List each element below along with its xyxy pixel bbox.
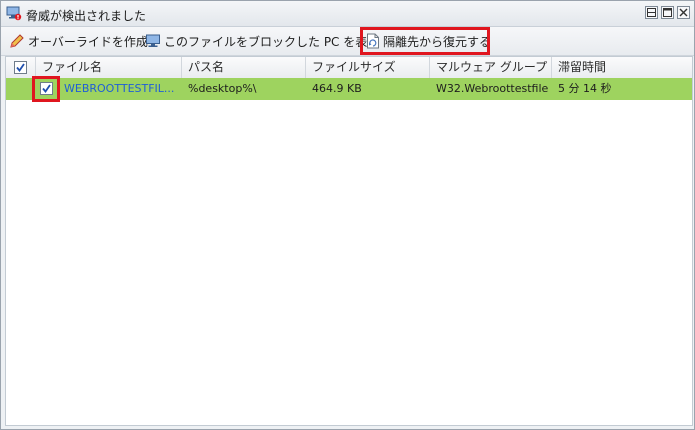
restore-button[interactable]: [645, 6, 658, 19]
cell-path: %desktop%\: [188, 82, 257, 95]
row-checkbox-highlight: [32, 76, 60, 102]
select-all-checkbox[interactable]: [14, 61, 27, 74]
cell-malware-group: W32.Webroottestfile: [436, 82, 549, 95]
maximize-button[interactable]: [661, 6, 674, 19]
grid-header: ファイル名 パス名 ファイルサイズ マルウェア グループ 滞留時間: [6, 57, 692, 79]
header-select-column: [6, 57, 36, 78]
threat-detected-window: 脅威が検出されました オーバーライドを作成 このファイルをブロックした PC を…: [0, 0, 695, 430]
window-title: 脅威が検出されました: [26, 9, 147, 23]
column-header-file-name[interactable]: ファイル名: [36, 57, 182, 78]
cell-file-name[interactable]: WEBROOTTESTFIL...: [58, 78, 182, 100]
checkmark-icon: [16, 63, 25, 72]
computer-icon: [146, 34, 160, 47]
restore-button-highlight: [360, 27, 490, 55]
show-blocked-pcs-button[interactable]: このファイルをブロックした PC を表示: [145, 31, 379, 51]
table-row[interactable]: WEBROOTTESTFIL... %desktop%\ 464.9 KB W3…: [6, 76, 692, 102]
close-button[interactable]: [677, 6, 690, 19]
column-header-malware-group[interactable]: マルウェア グループ: [430, 57, 552, 78]
cell-dwell-time: 5 分 14 秒: [558, 82, 612, 95]
maximize-icon: [663, 8, 672, 17]
detected-threats-grid: ファイル名 パス名 ファイルサイズ マルウェア グループ 滞留時間 WEBROO…: [5, 56, 693, 426]
title-bar: 脅威が検出されました: [1, 1, 694, 27]
column-header-file-size[interactable]: ファイルサイズ: [306, 57, 430, 78]
create-override-label: オーバーライドを作成: [28, 34, 148, 49]
column-header-dwell-time[interactable]: 滞留時間: [552, 57, 692, 78]
restore-icon: [647, 8, 656, 17]
pencil-icon: [10, 34, 24, 48]
toolbar: オーバーライドを作成 このファイルをブロックした PC を表示 隔離先から復元す…: [1, 27, 694, 56]
cell-file-size: 464.9 KB: [312, 82, 362, 95]
computer-alert-icon: [6, 6, 22, 21]
column-header-path[interactable]: パス名: [182, 57, 306, 78]
create-override-button[interactable]: オーバーライドを作成: [9, 31, 148, 51]
show-blocked-pcs-label: このファイルをブロックした PC を表示: [164, 34, 380, 49]
window-controls: [645, 6, 690, 19]
close-icon: [679, 8, 688, 17]
